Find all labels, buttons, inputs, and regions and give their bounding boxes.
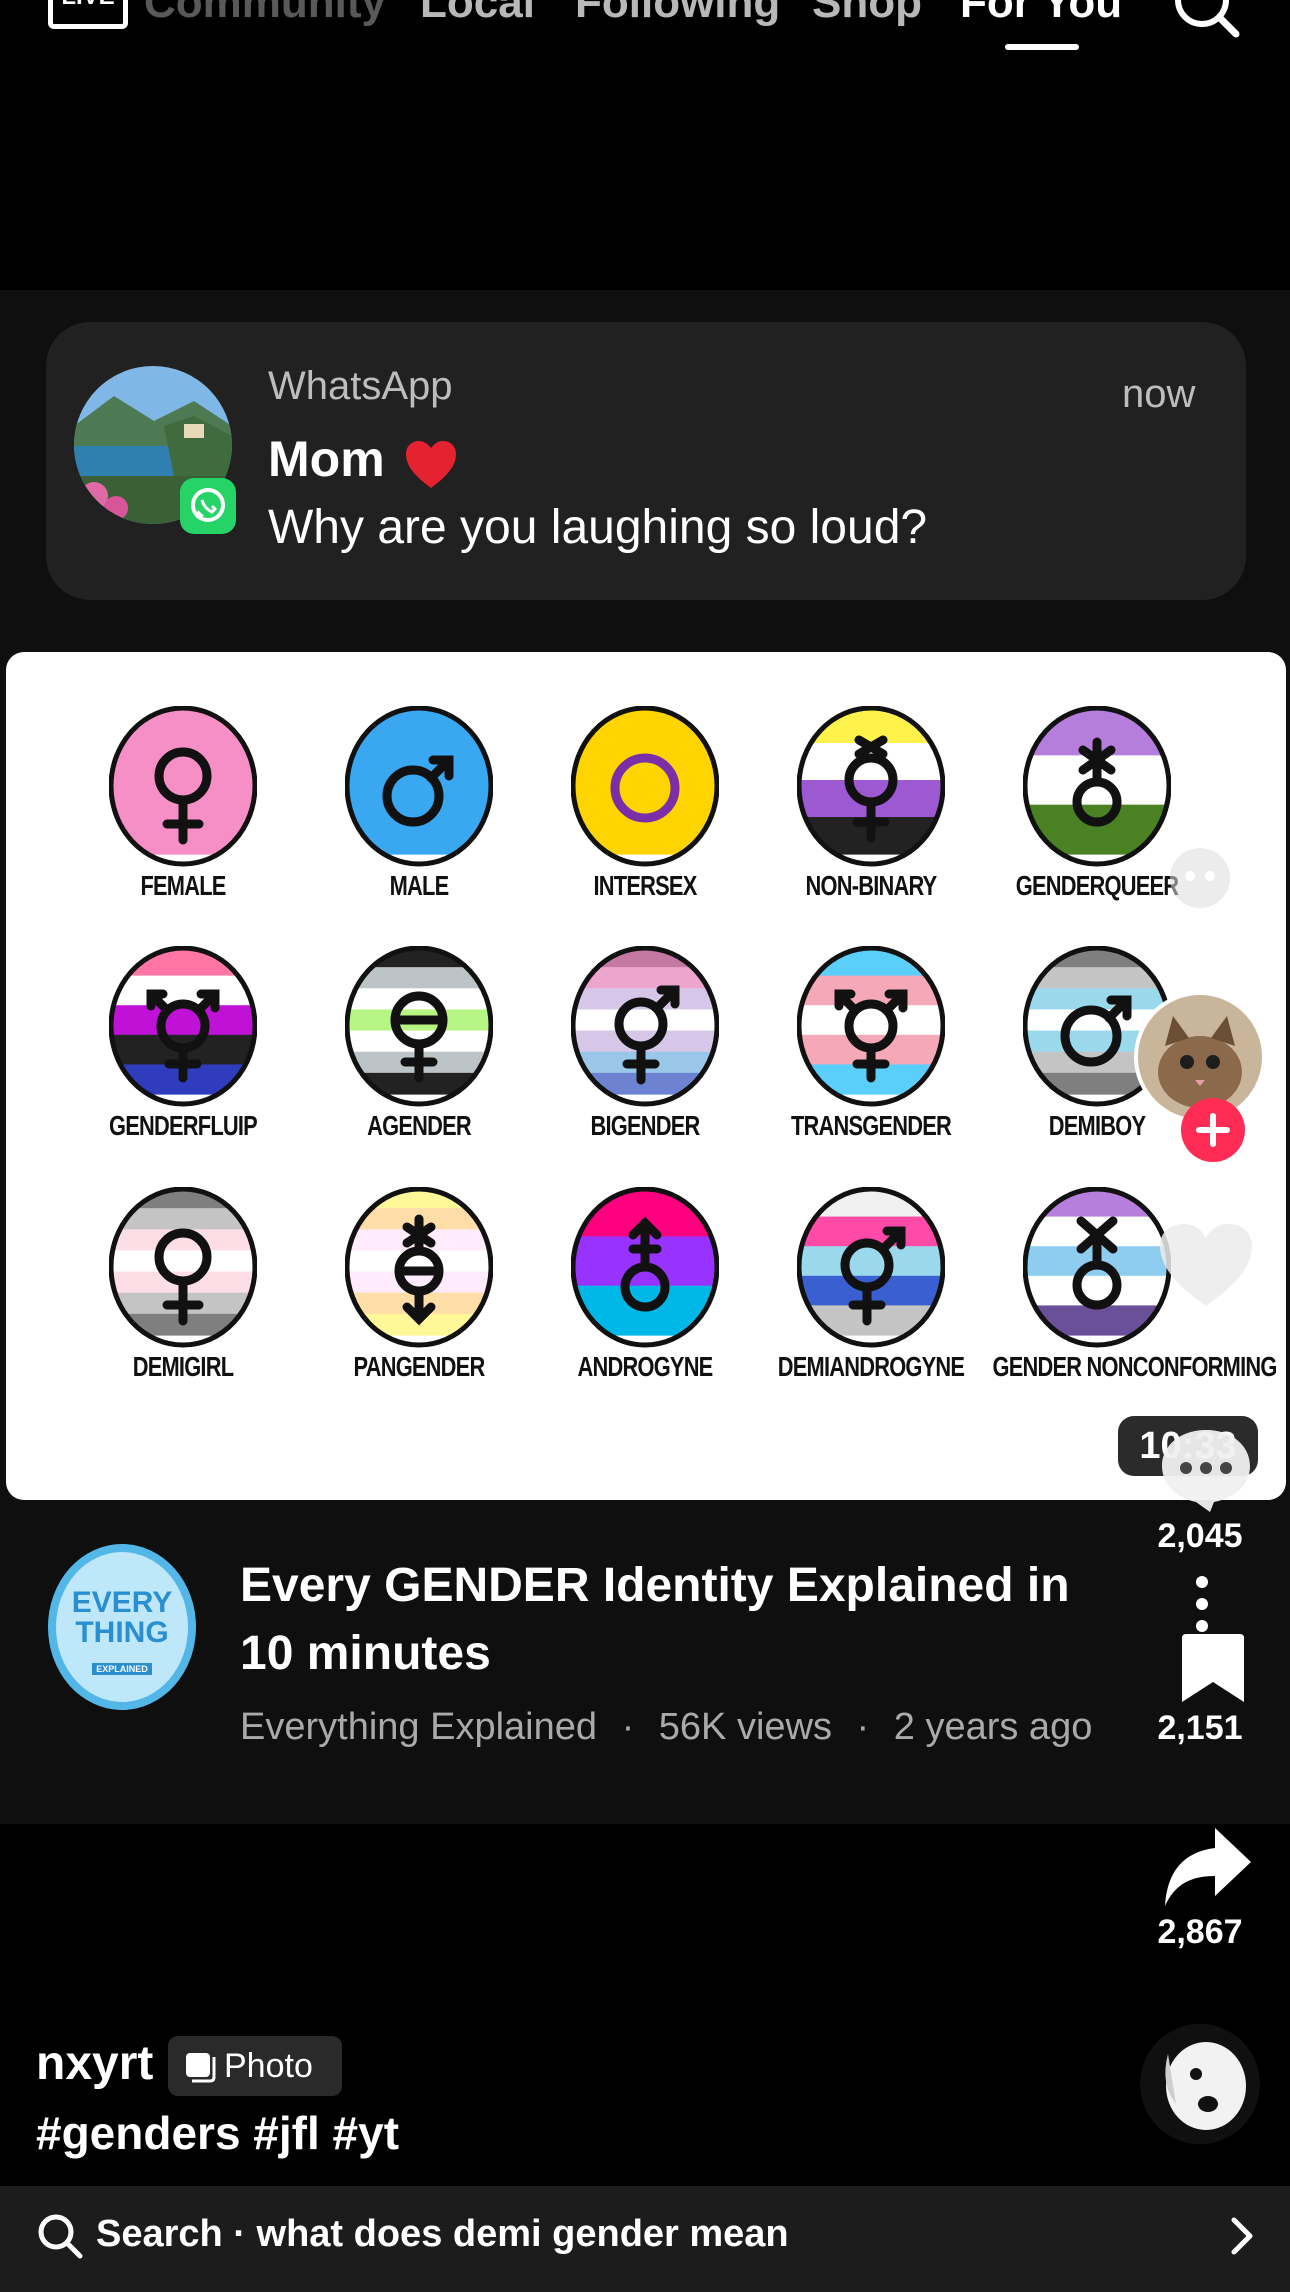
top-navigation: LIVE Community Local Following Shop For …	[0, 0, 1290, 70]
sound-avatar[interactable]	[1140, 2024, 1260, 2144]
gender-symbol-label: TRANSGENDER	[790, 1110, 952, 1141]
channel-avatar[interactable]: EVERY THING EXPLAINED	[48, 1544, 196, 1710]
gender-symbol-label: DEMIGIRL	[132, 1351, 234, 1382]
save-count: 2,151	[1157, 1709, 1243, 1747]
gender-symbol-intersex: INTERSEX	[571, 706, 719, 901]
comment-count: 2,045	[1157, 1517, 1243, 1555]
like-button[interactable]: 22.2K	[1140, 1222, 1260, 1352]
gender-symbol-non-binary: NON-BINARY	[797, 706, 945, 901]
post-hashtags[interactable]: #genders #jfl #yt	[36, 2106, 399, 2160]
share-button[interactable]: 2,867	[1140, 1826, 1260, 1952]
meta-separator: ·	[621, 1706, 635, 1748]
search-icon	[36, 2212, 84, 2265]
tab-following[interactable]: Following	[575, 0, 780, 28]
gender-symbol-label: MALE	[389, 870, 450, 901]
ai-assistant-icon[interactable]	[1140, 846, 1260, 921]
search-icon[interactable]	[1172, 0, 1242, 40]
notification-message: Why are you laughing so loud?	[268, 501, 928, 554]
whatsapp-icon	[180, 478, 236, 534]
gender-symbol-label: FEMALE	[140, 870, 226, 901]
search-suggestion-text[interactable]: Search · what does demi gender mean	[96, 2213, 789, 2256]
gender-symbol-genderfluip: GENDERFLUIP	[109, 946, 258, 1141]
notification-sender: Mom	[268, 431, 385, 487]
gender-symbol-pangender: PANGENDER	[345, 1187, 493, 1382]
gender-symbol-male: MALE	[345, 706, 493, 901]
gender-symbol-label: GENDER NONCONFORMING	[992, 1351, 1277, 1382]
gender-symbol-demiandrogyne: DEMIANDROGYNE	[778, 1187, 965, 1382]
photo-badge: Photo	[168, 2036, 342, 2096]
channel-logo-small: EXPLAINED	[92, 1663, 152, 1675]
gender-symbol-label: INTERSEX	[593, 870, 698, 901]
gender-symbol-bigender: BIGENDER	[571, 946, 719, 1141]
tab-local[interactable]: Local	[420, 0, 535, 28]
tab-shop[interactable]: Shop	[812, 0, 922, 28]
gender-symbol-label: BIGENDER	[590, 1110, 700, 1141]
channel-logo-top: EVERY	[71, 1586, 173, 1619]
gender-symbol-label: PANGENDER	[353, 1351, 486, 1382]
tab-for-you[interactable]: For You	[960, 0, 1122, 28]
upload-age: 2 years ago	[893, 1706, 1093, 1748]
gender-symbol-label: NON-BINARY	[805, 870, 938, 901]
gender-symbol-androgyne: ANDROGYNE	[571, 1187, 719, 1382]
save-button[interactable]: 2,151	[1140, 1632, 1260, 1748]
meta-separator: ·	[856, 1706, 870, 1748]
gender-symbol-female: FEMALE	[109, 706, 257, 901]
notification-app-name: WhatsApp	[268, 364, 453, 408]
more-options-icon[interactable]	[1196, 1576, 1208, 1637]
video-meta: Everything Explained · 56K views · 2 yea…	[240, 1706, 1092, 1749]
gender-symbol-agender: AGENDER	[345, 946, 493, 1141]
comment-button[interactable]: 2,045	[1140, 1426, 1260, 1556]
video-title[interactable]: Every GENDER Identity Explained in 10 mi…	[240, 1552, 1100, 1688]
follow-button[interactable]	[1140, 1096, 1260, 1169]
photo-badge-label: Photo	[224, 2047, 313, 2085]
live-button[interactable]: LIVE	[48, 0, 128, 29]
channel-name[interactable]: Everything Explained	[240, 1706, 597, 1748]
tab-community[interactable]: Community	[144, 0, 386, 28]
active-tab-indicator	[1005, 44, 1079, 50]
gender-symbol-demigirl: DEMIGIRL	[109, 1187, 257, 1382]
gender-symbol-label: AGENDER	[367, 1110, 472, 1141]
photo-icon	[186, 2053, 216, 2083]
channel-logo-bottom: THING	[75, 1616, 169, 1649]
gender-symbol-transgender: TRANSGENDER	[791, 946, 952, 1141]
gender-symbol-label: DEMIANDROGYNE	[777, 1351, 965, 1382]
chevron-right-icon[interactable]	[1228, 2216, 1256, 2261]
notification-time: now	[1122, 372, 1196, 416]
video-thumbnail[interactable]: FEMALE MALE INTERSEX NON-BINARY GENDERQU…	[6, 652, 1286, 1500]
red-heart-icon	[404, 440, 458, 495]
share-count: 2,867	[1157, 1913, 1243, 1951]
like-count: 22.2K	[1154, 1313, 1246, 1351]
post-username[interactable]: nxyrt	[36, 2036, 153, 2091]
gender-symbol-label: ANDROGYNE	[577, 1351, 714, 1382]
view-count: 56K views	[658, 1706, 832, 1748]
gender-symbol-label: GENDERFLUIP	[109, 1110, 258, 1141]
